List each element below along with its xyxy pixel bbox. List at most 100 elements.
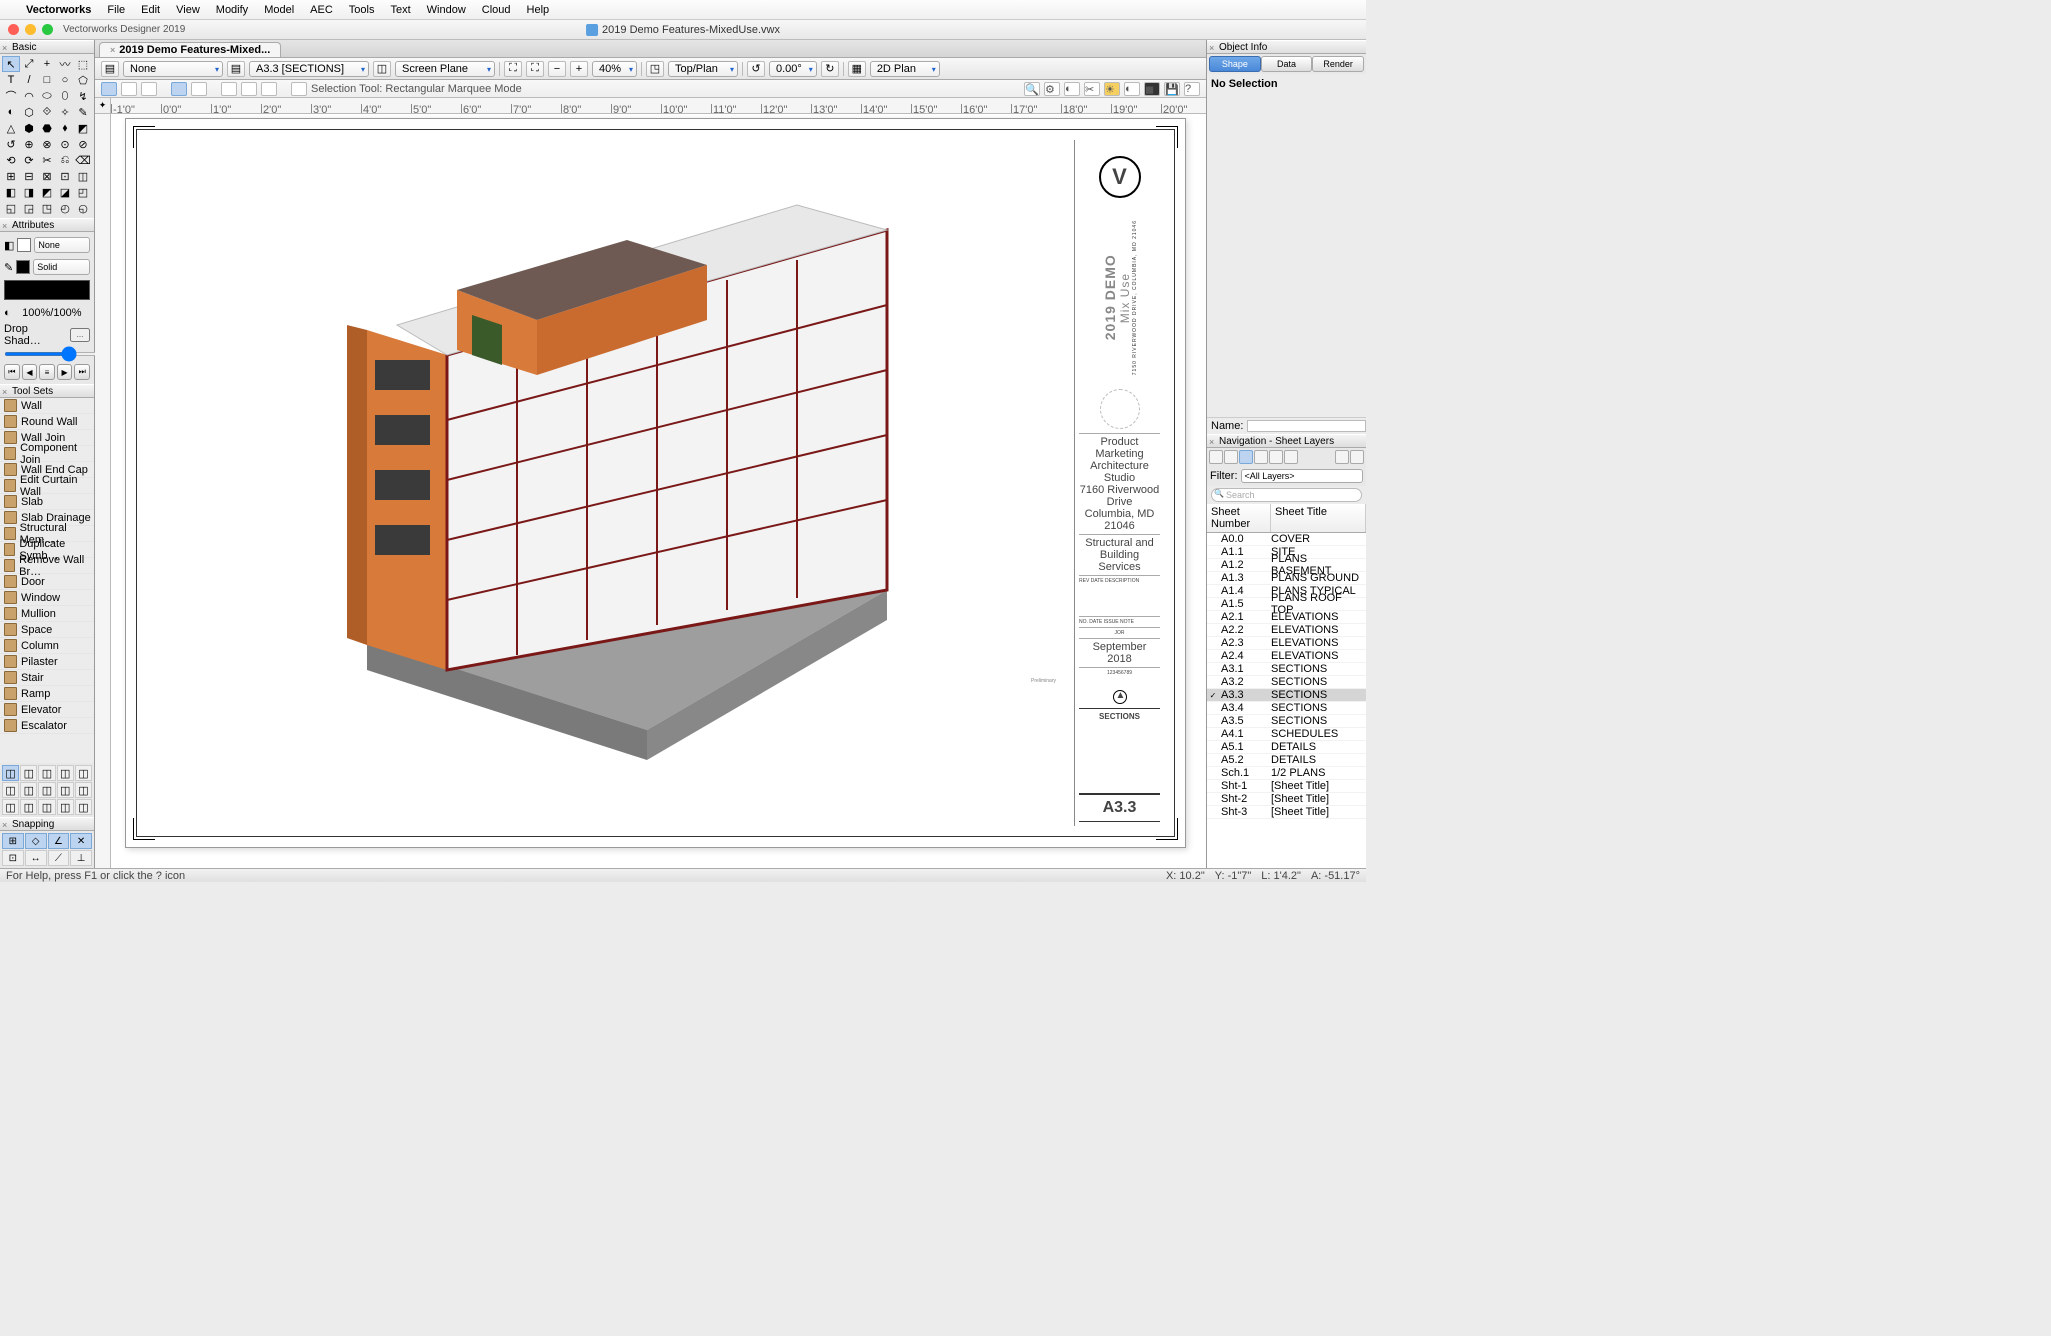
basic-tool-3[interactable]: 〰 — [56, 56, 74, 72]
toolset-item[interactable]: Stair — [0, 670, 94, 686]
nav-references-icon[interactable] — [1284, 450, 1298, 464]
snap-smart-point-icon[interactable]: ⊡ — [2, 850, 24, 866]
basic-tool-0[interactable]: ↖ — [2, 56, 20, 72]
basic-tool-32[interactable]: ✂ — [38, 152, 56, 168]
toolset-category-13[interactable]: ◫ — [57, 799, 74, 815]
sheet-layer-row[interactable]: A0.0COVER — [1207, 533, 1366, 546]
toolset-item[interactable]: Remove Wall Br… — [0, 558, 94, 574]
basic-tool-16[interactable]: ⬡ — [20, 104, 38, 120]
plane-icon[interactable]: ◫ — [373, 61, 391, 77]
toolset-item[interactable]: Pilaster — [0, 654, 94, 670]
sheet-layer-row[interactable]: Sht-2[Sheet Title] — [1207, 793, 1366, 806]
toolset-category-2[interactable]: ◫ — [38, 765, 55, 781]
basic-tool-31[interactable]: ⟳ — [20, 152, 38, 168]
sheet-layer-row[interactable]: A5.1DETAILS — [1207, 741, 1366, 754]
close-window-button[interactable] — [8, 24, 19, 35]
sheet-layer-row[interactable]: A3.4SECTIONS — [1207, 702, 1366, 715]
sheet-layer-row[interactable]: A3.1SECTIONS — [1207, 663, 1366, 676]
nav-design-layers-icon[interactable] — [1224, 450, 1238, 464]
basic-palette-header[interactable]: Basic — [0, 40, 94, 54]
basic-tool-33[interactable]: ⎌ — [56, 152, 74, 168]
ruler-horizontal[interactable]: -1'0"0'0"1'0"2'0"3'0"4'0"5'0"6'0"7'0"8'0… — [111, 98, 1206, 114]
sheet-layer-row[interactable]: A2.1ELEVATIONS — [1207, 611, 1366, 624]
toolset-item[interactable]: Space — [0, 622, 94, 638]
quick-display-icon[interactable]: ◐ — [1064, 82, 1080, 96]
nav-sheet-layers-icon[interactable] — [1239, 450, 1253, 464]
rotate-ccw-icon[interactable]: ↺ — [747, 61, 765, 77]
mode-poly-icon[interactable] — [261, 82, 277, 96]
sheet-layer-row[interactable]: Sch.11/2 PLANS — [1207, 767, 1366, 780]
snapping-header[interactable]: Snapping — [0, 817, 94, 831]
toolset-item[interactable]: Window — [0, 590, 94, 606]
minimize-window-button[interactable] — [25, 24, 36, 35]
basic-tool-44[interactable]: ◰ — [74, 184, 92, 200]
toolset-category-8[interactable]: ◫ — [57, 782, 74, 798]
app-menu[interactable]: Vectorworks — [26, 4, 91, 16]
fill-style-select[interactable]: None — [34, 237, 90, 253]
menu-cloud[interactable]: Cloud — [482, 4, 511, 16]
basic-tool-20[interactable]: △ — [2, 120, 20, 136]
sheet-layer-row[interactable]: A3.5SECTIONS — [1207, 715, 1366, 728]
basic-tool-15[interactable]: ◐ — [2, 104, 20, 120]
quick-pref-icon[interactable]: ⚙ — [1044, 82, 1060, 96]
menu-text[interactable]: Text — [390, 4, 410, 16]
menu-modify[interactable]: Modify — [216, 4, 248, 16]
toolset-category-12[interactable]: ◫ — [38, 799, 55, 815]
quick-search-icon[interactable]: 🔍 — [1024, 82, 1040, 96]
basic-tool-29[interactable]: ⊘ — [74, 136, 92, 152]
view-select[interactable]: Top/Plan — [668, 61, 738, 77]
basic-tool-6[interactable]: / — [20, 72, 38, 88]
quick-help-icon[interactable]: ? — [1184, 82, 1200, 96]
basic-tool-27[interactable]: ⊗ — [38, 136, 56, 152]
sheet-layer-row[interactable]: A1.2PLANS BASEMENT — [1207, 559, 1366, 572]
toolsets-header[interactable]: Tool Sets — [0, 384, 94, 398]
mode-wall-icon[interactable] — [221, 82, 237, 96]
rotation-input[interactable]: 0.00° — [769, 61, 817, 77]
navigation-search[interactable]: Search — [1211, 488, 1362, 502]
snap-distance-icon[interactable]: ↔ — [25, 850, 47, 866]
class-select[interactable]: None — [123, 61, 223, 77]
menu-window[interactable]: Window — [427, 4, 466, 16]
fit-objects-icon[interactable]: ⛶ — [526, 61, 544, 77]
basic-tool-26[interactable]: ⊕ — [20, 136, 38, 152]
stroke-eyedropper-icon[interactable]: ✎ — [4, 261, 13, 274]
basic-tool-30[interactable]: ⟲ — [2, 152, 20, 168]
mode-selection-icon[interactable] — [101, 82, 117, 96]
mode-option1-icon[interactable] — [171, 82, 187, 96]
toolset-category-3[interactable]: ◫ — [57, 765, 74, 781]
basic-tool-37[interactable]: ⊠ — [38, 168, 56, 184]
filter-select[interactable]: <All Layers> — [1241, 469, 1364, 483]
sheet-layer-row[interactable]: A4.1SCHEDULES — [1207, 728, 1366, 741]
snap-tangent-icon[interactable]: ⊥ — [70, 850, 92, 866]
mode-pref-icon[interactable] — [291, 82, 307, 96]
basic-tool-17[interactable]: ⟐ — [38, 104, 56, 120]
dropshadow-options-button[interactable]: … — [70, 328, 90, 342]
snap-grid-icon[interactable]: ⊞ — [2, 833, 24, 849]
snap-angle-icon[interactable]: ∠ — [48, 833, 70, 849]
sheet-layer-row[interactable]: A1.3PLANS GROUND — [1207, 572, 1366, 585]
basic-tool-23[interactable]: ⬧ — [56, 120, 74, 136]
close-tab-icon[interactable]: × — [110, 45, 115, 55]
basic-tool-47[interactable]: ◳ — [38, 200, 56, 216]
fill-eyedropper-icon[interactable]: ◧ — [4, 239, 14, 252]
ruler-vertical[interactable] — [95, 114, 111, 868]
sheet-layer-row[interactable]: Sht-1[Sheet Title] — [1207, 780, 1366, 793]
basic-tool-14[interactable]: ↯ — [74, 88, 92, 104]
basic-tool-22[interactable]: ⬣ — [38, 120, 56, 136]
marker-end-button[interactable]: ⏭ — [74, 364, 90, 380]
toolset-category-9[interactable]: ◫ — [75, 782, 92, 798]
basic-tool-2[interactable]: + — [38, 56, 56, 72]
toolset-item[interactable]: Escalator — [0, 718, 94, 734]
basic-tool-5[interactable]: T — [2, 72, 20, 88]
nav-viewports-icon[interactable] — [1254, 450, 1268, 464]
sheet-layer-row[interactable]: ✓A3.3SECTIONS — [1207, 689, 1366, 702]
render-mode-icon[interactable]: ▦ — [848, 61, 866, 77]
basic-tool-7[interactable]: □ — [38, 72, 56, 88]
basic-tool-1[interactable]: ⤢ — [20, 56, 38, 72]
view-cube-icon[interactable]: ◳ — [646, 61, 664, 77]
zoom-select[interactable]: 40% — [592, 61, 637, 77]
marker-next-button[interactable]: ▶ — [57, 364, 73, 380]
nav-options-icon[interactable] — [1335, 450, 1349, 464]
col-sheet-number[interactable]: Sheet Number — [1207, 504, 1271, 532]
menu-file[interactable]: File — [107, 4, 125, 16]
